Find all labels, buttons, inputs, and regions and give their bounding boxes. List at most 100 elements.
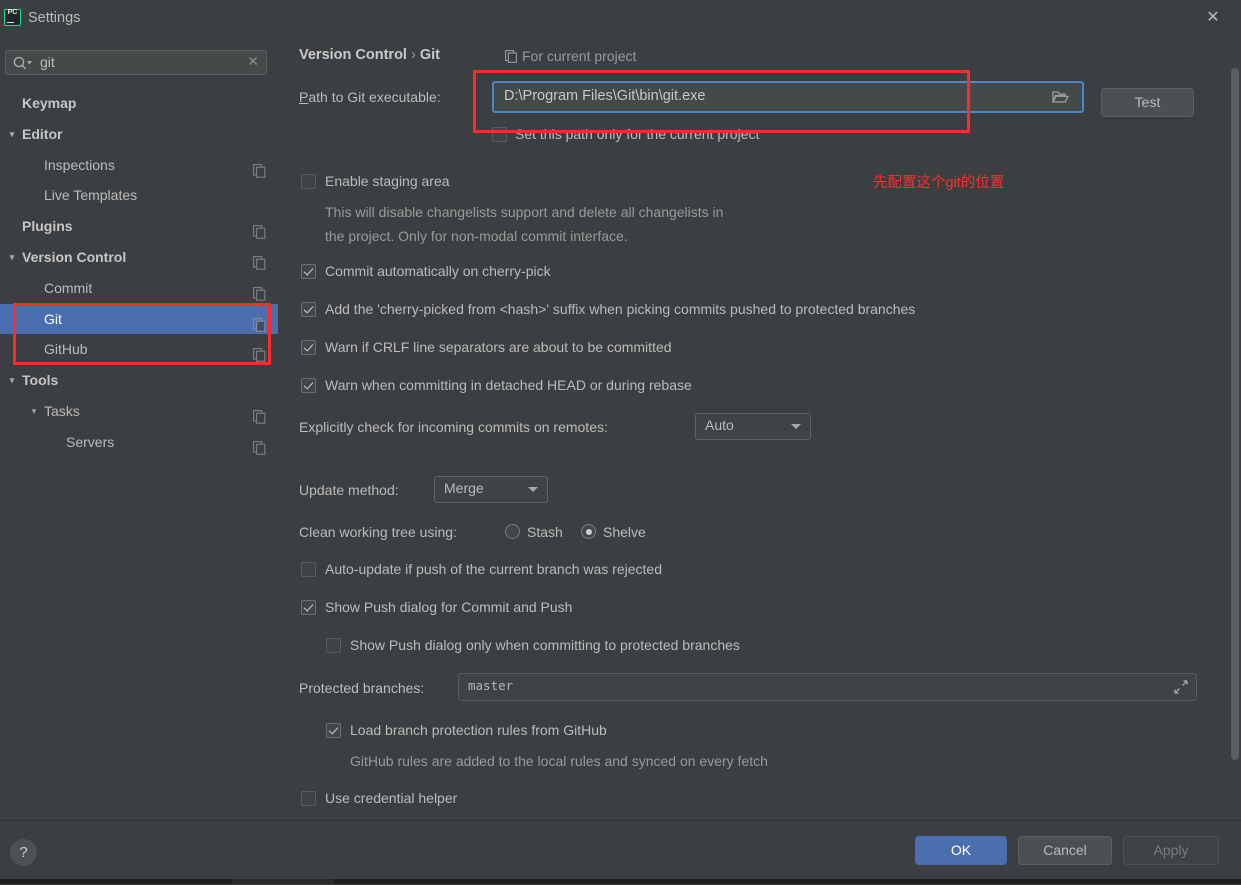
for-current-project: For current project <box>505 48 636 66</box>
use-credential-helper-checkbox[interactable] <box>301 791 316 806</box>
shelve-label: Shelve <box>603 524 646 540</box>
content-scrollbar[interactable] <box>1229 36 1241 820</box>
settings-tree: Keymap ▾ Editor Inspections Live Templates Pl… <box>0 88 278 458</box>
search-icon <box>12 55 34 71</box>
sidebar-item-editor[interactable]: ▾ Editor <box>0 119 278 150</box>
settings-sidebar: git ✕ Keymap ▾ Editor Inspections Live Templ… <box>0 36 278 820</box>
stash-label: Stash <box>527 524 563 540</box>
title-bar: PC Settings ✕ <box>0 0 1241 36</box>
sidebar-item-label: Keymap <box>22 95 77 111</box>
chevron-down-icon[interactable]: ▾ <box>28 396 40 427</box>
copy-icon <box>253 158 266 178</box>
window-title: Settings <box>28 10 81 26</box>
sidebar-item-label: Inspections <box>44 156 115 173</box>
set-path-only-checkbox[interactable] <box>492 127 507 142</box>
auto-update-checkbox[interactable] <box>301 562 316 577</box>
load-branch-rules-checkbox[interactable] <box>326 723 341 738</box>
sidebar-item-label: Tasks <box>44 402 80 419</box>
clear-icon[interactable]: ✕ <box>247 53 259 70</box>
protected-branches-input[interactable]: master <box>458 673 1197 701</box>
chevron-down-icon[interactable]: ▾ <box>6 242 18 273</box>
incoming-commits-value: Auto <box>705 417 734 433</box>
clean-working-tree-label: Clean working tree using: <box>299 524 457 540</box>
update-method-select[interactable]: Merge <box>434 476 548 503</box>
update-method-label: Update method: <box>299 482 399 498</box>
use-credential-helper-label: Use credential helper <box>325 790 458 806</box>
protected-branches-label: Protected branches: <box>299 680 425 696</box>
breadcrumb-separator: › <box>410 47 416 63</box>
warn-detached-head-checkbox[interactable] <box>301 378 316 393</box>
ok-button[interactable]: OK <box>915 836 1007 865</box>
search-input[interactable]: git ✕ <box>5 50 267 75</box>
commit-cherry-pick-checkbox[interactable] <box>301 264 316 279</box>
close-icon[interactable]: ✕ <box>1203 8 1223 28</box>
copy-icon <box>505 50 517 66</box>
sidebar-item-inspections[interactable]: Inspections <box>0 150 278 181</box>
enable-staging-desc-1: This will disable changelists support an… <box>325 204 724 220</box>
commit-cherry-pick-label: Commit automatically on cherry-pick <box>325 263 551 279</box>
load-branch-rules-label: Load branch protection rules from GitHub <box>350 722 607 738</box>
sidebar-item-plugins[interactable]: Plugins <box>0 211 278 242</box>
scrollbar-thumb[interactable] <box>1231 68 1239 760</box>
update-method-value: Merge <box>444 480 484 496</box>
warn-detached-head-label: Warn when committing in detached HEAD or… <box>325 377 692 393</box>
show-push-dialog-protected-checkbox[interactable] <box>326 638 341 653</box>
sidebar-item-github[interactable]: GitHub <box>0 334 278 365</box>
copy-icon <box>253 250 266 270</box>
protected-branches-value: master <box>468 678 514 693</box>
test-button[interactable]: Test <box>1101 88 1194 117</box>
git-path-input[interactable]: D:\Program Files\Git\bin\git.exe <box>492 81 1084 113</box>
path-to-git-label: Path to Git executable: <box>299 89 441 105</box>
sidebar-item-keymap[interactable]: Keymap <box>0 88 278 119</box>
enable-staging-desc-2: the project. Only for non-modal commit i… <box>325 228 628 244</box>
enable-staging-checkbox[interactable] <box>301 174 316 189</box>
breadcrumb-leaf: Git <box>419 47 440 63</box>
sidebar-item-tools[interactable]: ▾ Tools <box>0 365 278 396</box>
sidebar-item-servers[interactable]: Servers <box>0 427 278 458</box>
help-icon[interactable]: ? <box>10 839 37 866</box>
sidebar-item-version-control[interactable]: ▾ Version Control <box>0 242 278 273</box>
sidebar-item-label: Live Templates <box>44 187 138 204</box>
settings-dialog: PC Settings ✕ git ✕ Keymap ▾ Editor Inspect… <box>0 0 1241 885</box>
folder-icon[interactable] <box>1040 85 1080 109</box>
add-cherry-picked-suffix-checkbox[interactable] <box>301 302 316 317</box>
copy-icon <box>253 281 266 301</box>
enable-staging-label: Enable staging area <box>325 173 450 189</box>
sidebar-item-git[interactable]: Git <box>0 303 278 335</box>
incoming-commits-select[interactable]: Auto <box>695 413 811 440</box>
shelve-radio[interactable] <box>581 524 596 539</box>
sidebar-item-commit[interactable]: Commit <box>0 273 278 304</box>
annotation-text: 先配置这个git的位置 <box>873 175 1005 191</box>
auto-update-label: Auto-update if push of the current branc… <box>325 561 662 577</box>
add-cherry-picked-suffix-label: Add the 'cherry-picked from <hash>' suff… <box>325 301 916 317</box>
cancel-button[interactable]: Cancel <box>1018 836 1112 865</box>
breadcrumb: Version Control › Git <box>299 47 440 63</box>
sidebar-item-tasks[interactable]: ▾ Tasks <box>0 396 278 427</box>
sidebar-item-label: Editor <box>22 125 63 142</box>
sidebar-item-label: Commit <box>44 279 93 296</box>
copy-icon <box>253 435 266 455</box>
sidebar-item-live-templates[interactable]: Live Templates <box>0 180 278 211</box>
copy-icon <box>253 312 266 332</box>
pycharm-icon: PC <box>4 9 21 26</box>
warn-crlf-label: Warn if CRLF line separators are about t… <box>325 339 672 355</box>
show-push-dialog-protected-label: Show Push dialog only when committing to… <box>350 637 740 653</box>
sidebar-item-label: GitHub <box>44 341 88 358</box>
sidebar-item-label: Plugins <box>22 218 73 235</box>
copy-icon <box>253 404 266 424</box>
chevron-down-icon <box>528 487 538 492</box>
chevron-down-icon[interactable]: ▾ <box>6 119 18 150</box>
chevron-down-icon <box>791 424 801 429</box>
breadcrumb-root[interactable]: Version Control <box>299 47 407 63</box>
stash-radio[interactable] <box>505 524 520 539</box>
for-current-project-label: For current project <box>522 48 637 64</box>
sidebar-item-label: Tools <box>22 372 59 389</box>
sidebar-item-label: Version Control <box>22 248 127 265</box>
apply-button[interactable]: Apply <box>1123 836 1219 865</box>
show-push-dialog-checkbox[interactable] <box>301 600 316 615</box>
warn-crlf-checkbox[interactable] <box>301 340 316 355</box>
chevron-down-icon[interactable]: ▾ <box>6 365 18 396</box>
expand-icon[interactable] <box>1174 680 1188 697</box>
copy-icon <box>253 342 266 363</box>
sidebar-item-label: Servers <box>66 433 115 450</box>
